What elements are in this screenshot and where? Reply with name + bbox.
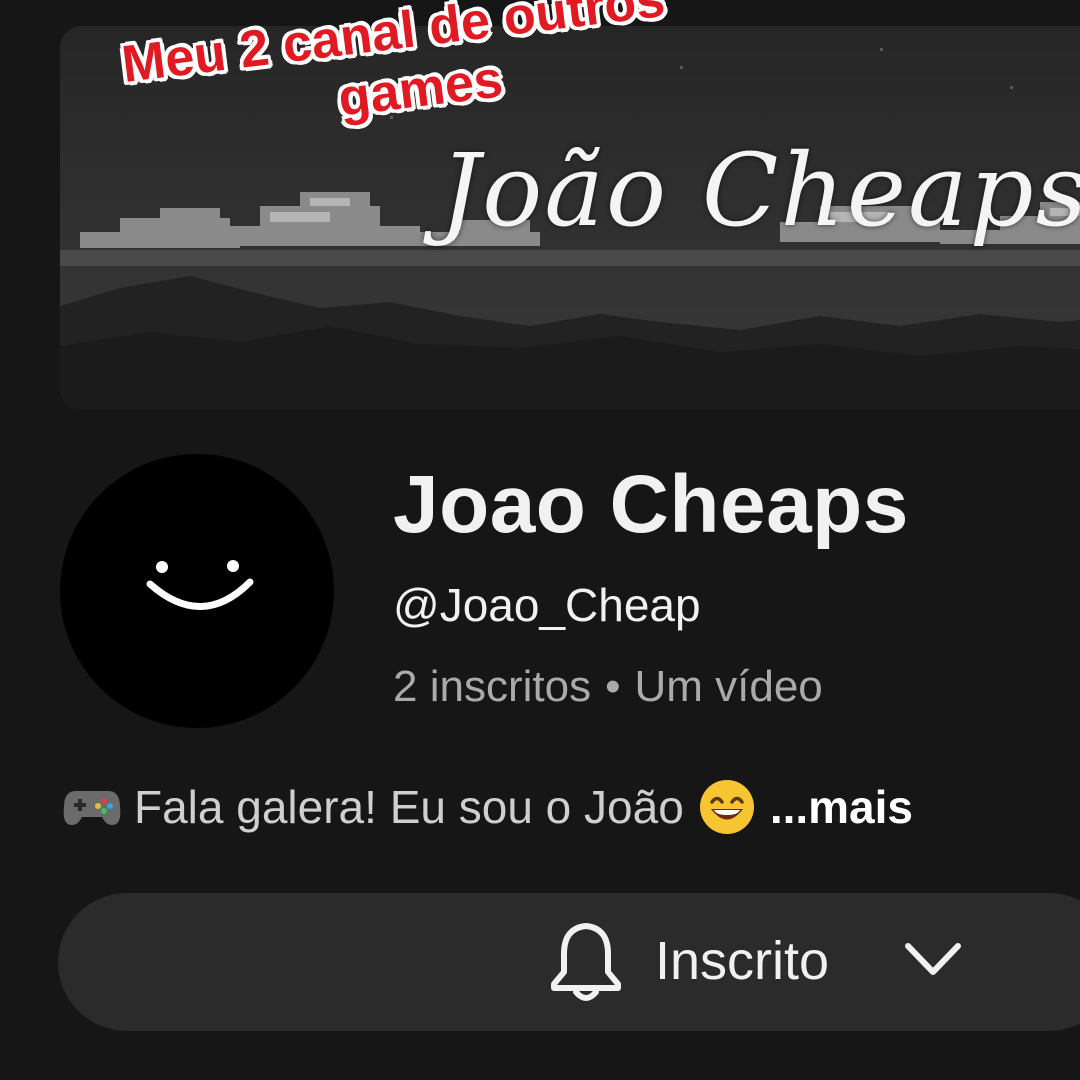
description-text: Fala galera! Eu sou o João (134, 781, 684, 833)
channel-page: João Cheaps Meu 2 canal de outros games … (0, 0, 1080, 1080)
banner-script-title: João Cheaps (440, 132, 1080, 249)
smiley-face-icon (146, 560, 254, 610)
channel-handle: @Joao_Cheap (393, 579, 701, 631)
stats-separator: • (605, 662, 621, 711)
subscribed-label: Inscrito (655, 931, 830, 991)
smile-emoji (699, 780, 754, 834)
chevron-down-icon[interactable] (902, 938, 964, 982)
description-more-link[interactable]: ...mais (770, 780, 913, 834)
video-count: Um vídeo (634, 662, 823, 711)
channel-stats: 2 inscritos • Um vídeo (393, 662, 823, 712)
channel-avatar[interactable] (60, 454, 334, 728)
gamepad-icon (63, 791, 121, 825)
channel-name: Joao Cheaps (393, 459, 909, 550)
channel-description[interactable]: Fala galera! Eu sou o João ...mais (62, 778, 913, 836)
bell-icon (551, 923, 621, 1001)
subscriber-count: 2 inscritos (393, 662, 592, 711)
